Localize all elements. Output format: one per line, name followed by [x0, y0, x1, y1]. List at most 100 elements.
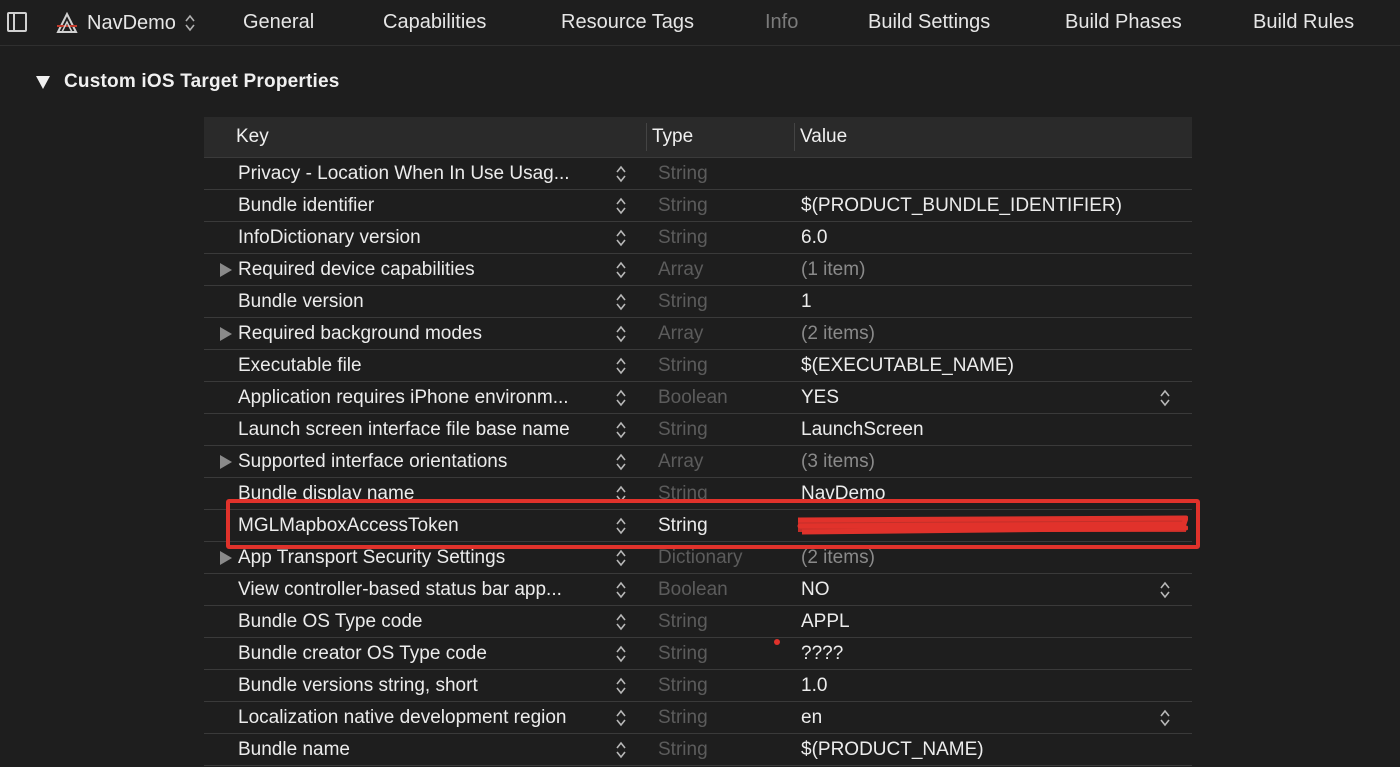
table-row[interactable]: Application requires iPhone environm... B…	[204, 382, 1192, 414]
row-type[interactable]: String	[658, 158, 708, 190]
key-stepper-icon[interactable]	[614, 323, 628, 345]
key-stepper-icon[interactable]	[614, 643, 628, 665]
table-row[interactable]: Required background modes Array (2 items)	[204, 318, 1192, 350]
tab-general[interactable]: General	[243, 9, 314, 35]
row-type[interactable]: Boolean	[658, 382, 728, 414]
sidebar-toggle-icon[interactable]	[7, 12, 27, 32]
row-value[interactable]: 1	[801, 286, 812, 318]
tab-resource-tags[interactable]: Resource Tags	[561, 9, 694, 35]
row-key[interactable]: Required background modes	[238, 318, 606, 350]
table-row[interactable]: Bundle identifier String $(PRODUCT_BUNDLE_…	[204, 190, 1192, 222]
row-type[interactable]: String	[658, 222, 708, 254]
table-row[interactable]: Bundle versions string, short String 1.0	[204, 670, 1192, 702]
row-key[interactable]: Executable file	[238, 350, 606, 382]
row-key[interactable]: Bundle creator OS Type code	[238, 638, 606, 670]
row-value[interactable]: (1 item)	[801, 254, 865, 286]
row-key[interactable]: Application requires iPhone environm...	[238, 382, 606, 414]
disclosure-triangle-icon[interactable]	[220, 327, 232, 341]
row-value[interactable]: ????	[801, 638, 843, 670]
row-key[interactable]: Supported interface orientations	[238, 446, 606, 478]
row-type[interactable]: String	[658, 350, 708, 382]
tab-build-settings[interactable]: Build Settings	[868, 9, 990, 35]
tab-info[interactable]: Info	[765, 9, 798, 35]
key-stepper-icon[interactable]	[614, 259, 628, 281]
row-value[interactable]: APPL	[801, 606, 850, 638]
table-row[interactable]: Bundle name String $(PRODUCT_NAME)	[204, 734, 1192, 766]
value-stepper-icon[interactable]	[1158, 579, 1172, 601]
row-key[interactable]: Bundle OS Type code	[238, 606, 606, 638]
key-stepper-icon[interactable]	[614, 291, 628, 313]
row-type[interactable]: Boolean	[658, 574, 728, 606]
table-row[interactable]: Launch screen interface file base name St…	[204, 414, 1192, 446]
row-key[interactable]: Localization native development region	[238, 702, 606, 734]
table-row[interactable]: Supported interface orientations Array (3 …	[204, 446, 1192, 478]
row-key[interactable]: Bundle identifier	[238, 190, 606, 222]
row-type[interactable]: String	[658, 702, 708, 734]
table-row[interactable]: InfoDictionary version String 6.0	[204, 222, 1192, 254]
column-separator[interactable]	[646, 123, 647, 151]
row-key[interactable]: View controller-based status bar app...	[238, 574, 606, 606]
row-value[interactable]: 6.0	[801, 222, 827, 254]
row-value[interactable]: 1.0	[801, 670, 827, 702]
row-value[interactable]: LaunchScreen	[801, 414, 924, 446]
column-header-value[interactable]: Value	[800, 117, 847, 157]
row-type[interactable]: String	[658, 606, 708, 638]
row-type[interactable]: Array	[658, 254, 703, 286]
row-type[interactable]: String	[658, 414, 708, 446]
row-value[interactable]: (3 items)	[801, 446, 875, 478]
table-row[interactable]: Localization native development region St…	[204, 702, 1192, 734]
key-stepper-icon[interactable]	[614, 163, 628, 185]
target-selector[interactable]: NavDemo	[55, 9, 196, 37]
row-key[interactable]: InfoDictionary version	[238, 222, 606, 254]
row-key[interactable]: Bundle versions string, short	[238, 670, 606, 702]
row-value[interactable]: (2 items)	[801, 318, 875, 350]
row-type[interactable]: String	[658, 286, 708, 318]
row-key[interactable]: Bundle name	[238, 734, 606, 766]
key-stepper-icon[interactable]	[614, 451, 628, 473]
row-key[interactable]: Launch screen interface file base name	[238, 414, 606, 446]
disclosure-triangle-icon[interactable]	[220, 263, 232, 277]
value-stepper-icon[interactable]	[1158, 387, 1172, 409]
key-stepper-icon[interactable]	[614, 547, 628, 569]
column-header-type[interactable]: Type	[652, 117, 693, 157]
row-type[interactable]: Array	[658, 318, 703, 350]
value-stepper-icon[interactable]	[1158, 707, 1172, 729]
table-row[interactable]: View controller-based status bar app... B…	[204, 574, 1192, 606]
table-row[interactable]: Privacy - Location When In Use Usag... St…	[204, 158, 1192, 190]
row-value[interactable]: $(PRODUCT_NAME)	[801, 734, 984, 766]
key-stepper-icon[interactable]	[614, 355, 628, 377]
row-type[interactable]: String	[658, 638, 708, 670]
key-stepper-icon[interactable]	[614, 195, 628, 217]
table-row[interactable]: Bundle OS Type code String APPL	[204, 606, 1192, 638]
key-stepper-icon[interactable]	[614, 707, 628, 729]
key-stepper-icon[interactable]	[614, 611, 628, 633]
disclosure-triangle-icon[interactable]	[220, 551, 232, 565]
column-separator[interactable]	[794, 123, 795, 151]
row-value[interactable]: en	[801, 702, 822, 734]
disclosure-triangle-icon[interactable]	[220, 455, 232, 469]
tab-capabilities[interactable]: Capabilities	[383, 9, 486, 35]
row-type[interactable]: String	[658, 670, 708, 702]
table-row[interactable]: Required device capabilities Array (1 item…	[204, 254, 1192, 286]
disclosure-triangle-icon[interactable]	[36, 75, 50, 89]
row-value[interactable]: NO	[801, 574, 830, 606]
key-stepper-icon[interactable]	[614, 227, 628, 249]
row-value[interactable]: $(PRODUCT_BUNDLE_IDENTIFIER)	[801, 190, 1122, 222]
key-stepper-icon[interactable]	[614, 419, 628, 441]
row-key[interactable]: Privacy - Location When In Use Usag...	[238, 158, 606, 190]
row-value[interactable]: $(EXECUTABLE_NAME)	[801, 350, 1014, 382]
row-key[interactable]: Bundle version	[238, 286, 606, 318]
key-stepper-icon[interactable]	[614, 675, 628, 697]
section-header[interactable]: Custom iOS Target Properties	[36, 71, 340, 93]
row-type[interactable]: Array	[658, 446, 703, 478]
key-stepper-icon[interactable]	[614, 739, 628, 761]
row-value[interactable]: YES	[801, 382, 839, 414]
tab-build-phases[interactable]: Build Phases	[1065, 9, 1182, 35]
row-type[interactable]: String	[658, 734, 708, 766]
row-key[interactable]: Required device capabilities	[238, 254, 606, 286]
key-stepper-icon[interactable]	[614, 579, 628, 601]
table-row[interactable]: Executable file String $(EXECUTABLE_NAME)	[204, 350, 1192, 382]
table-row[interactable]: Bundle creator OS Type code String????	[204, 638, 1192, 670]
row-type[interactable]: String	[658, 190, 708, 222]
column-header-key[interactable]: Key	[236, 117, 269, 157]
